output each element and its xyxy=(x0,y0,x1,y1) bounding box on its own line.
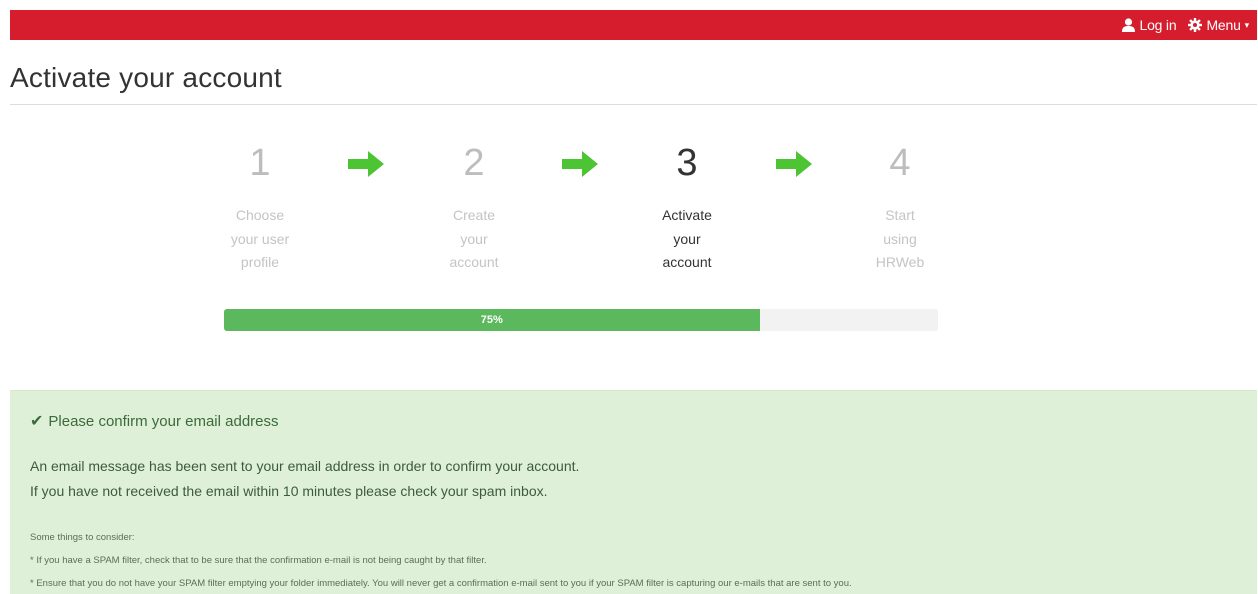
login-link[interactable]: Log in xyxy=(1122,17,1177,33)
page-title: Activate your account xyxy=(10,62,282,93)
tip-spam-folder: * Ensure that you do not have your SPAM … xyxy=(30,578,852,589)
alert-message-line-1: An email message has been sent to your e… xyxy=(30,458,580,474)
step-3-number: 3 xyxy=(676,142,698,184)
step-4-label: Start using HRWeb xyxy=(875,207,925,270)
checkmark-icon: ✔ xyxy=(30,413,44,430)
alert-heading: ✔ Please confirm your email address xyxy=(30,411,279,431)
confirmation-alert: ✔ Please confirm your email address An e… xyxy=(10,390,1257,594)
progress-bar-fill: 75% xyxy=(224,309,760,331)
alert-message-line-2: If you have not received the email withi… xyxy=(30,483,548,499)
step-1-number: 1 xyxy=(249,142,271,184)
arrow-right-icon xyxy=(348,151,384,177)
user-icon xyxy=(1122,18,1136,32)
menu-dropdown[interactable]: Menu ▾ xyxy=(1188,17,1249,33)
login-label: Log in xyxy=(1139,17,1177,33)
step-4-number: 4 xyxy=(889,142,911,184)
menu-label: Menu xyxy=(1206,17,1241,33)
step-1-label: Choose your user profile xyxy=(230,207,290,270)
progress-track: 75% xyxy=(224,309,938,331)
step-3-label: Activate your account xyxy=(662,207,712,270)
arrow-right-icon xyxy=(562,151,598,177)
tip-spam-filter: * If you have a SPAM filter, check that … xyxy=(30,555,487,566)
caret-down-icon: ▾ xyxy=(1244,19,1250,30)
step-2-number: 2 xyxy=(463,142,485,184)
step-2-label: Create your account xyxy=(449,207,499,270)
gear-icon xyxy=(1188,18,1203,32)
arrow-right-icon xyxy=(776,151,812,177)
alert-heading-text: Please confirm your email address xyxy=(48,412,279,430)
consider-title: Some things to consider: xyxy=(30,532,135,543)
title-divider xyxy=(10,104,1257,105)
top-navbar: Log in Menu ▾ xyxy=(10,10,1257,40)
